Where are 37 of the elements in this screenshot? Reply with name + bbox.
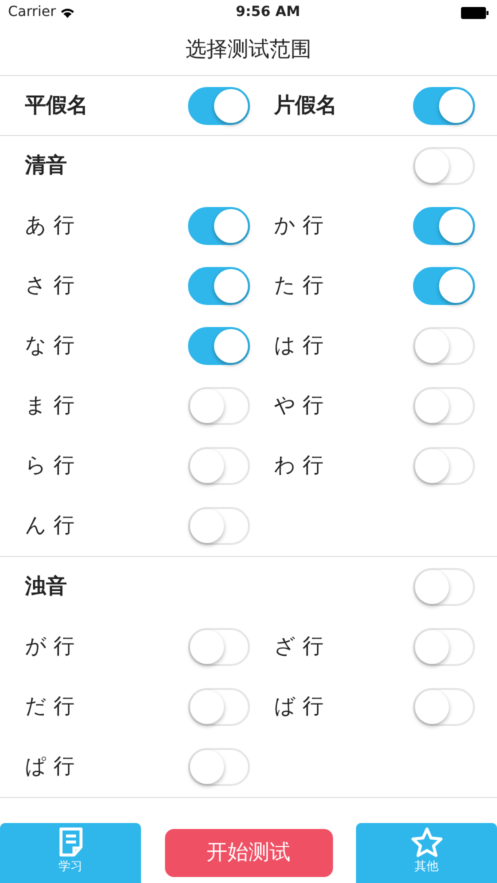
row-label: が 行 <box>25 633 75 660</box>
row-label: ま 行 <box>25 392 75 420</box>
toggle-switch[interactable] <box>188 267 250 305</box>
row-label: わ 行 <box>274 452 324 480</box>
wifi-icon <box>60 7 75 18</box>
star-icon <box>410 827 442 857</box>
row-label: ざ 行 <box>274 633 324 660</box>
row-label: さ 行 <box>25 272 75 300</box>
row-label: は 行 <box>274 332 324 360</box>
row-label: た 行 <box>274 272 324 300</box>
row-label: か 行 <box>274 212 324 240</box>
toggle-switch[interactable] <box>413 267 475 305</box>
row-label: だ 行 <box>25 693 75 720</box>
toggle-switch[interactable] <box>188 86 250 124</box>
row-label: ん 行 <box>25 512 75 540</box>
toggle-switch[interactable] <box>413 207 475 245</box>
row-label: あ 行 <box>25 212 75 240</box>
document-icon <box>58 827 84 857</box>
section-title: 浊音 <box>25 573 67 600</box>
row-label: な 行 <box>25 332 75 360</box>
start-test-button[interactable]: 开始测试 <box>164 829 332 877</box>
study-tab[interactable]: 学习 <box>0 823 141 883</box>
section-title: 平假名 <box>25 92 88 119</box>
row-label: ば 行 <box>274 693 324 720</box>
page-title: 选择测试范围 <box>186 36 312 64</box>
section-title: 清音 <box>25 152 67 180</box>
section-title: 片假名 <box>274 92 337 119</box>
status-time: 9:56 AM <box>236 3 300 22</box>
toggle-switch[interactable] <box>188 207 250 245</box>
row-label: ぱ 行 <box>25 753 75 780</box>
battery-icon <box>460 6 489 18</box>
carrier-label: Carrier <box>8 3 56 22</box>
other-tab[interactable]: 其他 <box>356 823 497 883</box>
toggle-switch[interactable] <box>413 86 475 124</box>
row-label: や 行 <box>274 392 324 420</box>
row-label: ら 行 <box>25 452 75 480</box>
toggle-switch[interactable] <box>188 327 250 365</box>
